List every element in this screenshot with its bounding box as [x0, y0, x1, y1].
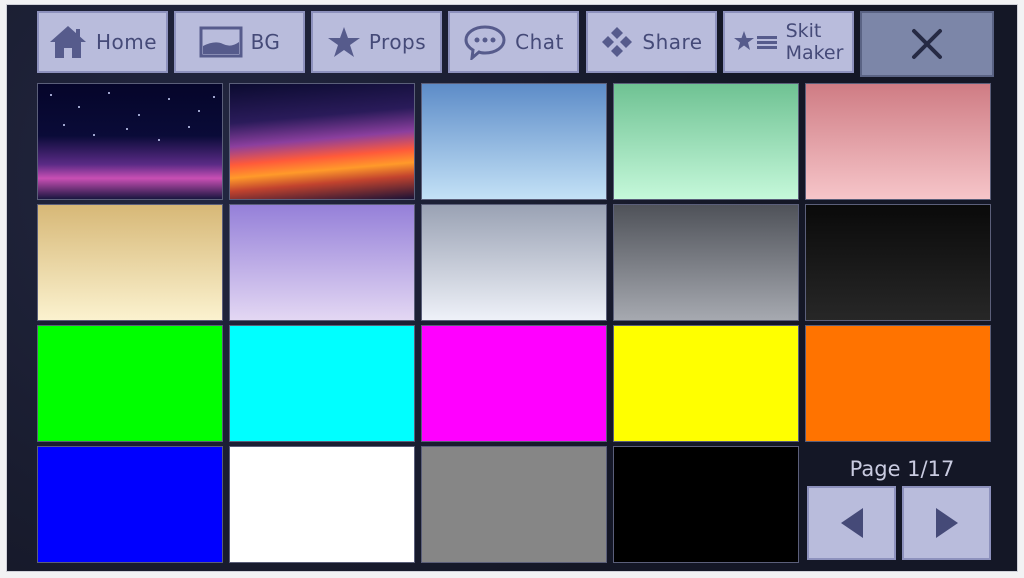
pager: Page 1/17 — [807, 449, 997, 569]
skit-maker-label-line1: Skit — [785, 20, 822, 42]
star-dot — [93, 134, 95, 136]
chevron-right-icon — [935, 508, 958, 538]
skit-maker-button[interactable]: Skit Maker — [723, 11, 854, 73]
star-dot — [158, 139, 160, 141]
skit-maker-label: Skit Maker — [786, 20, 844, 64]
background-tile-yellow[interactable] — [613, 325, 799, 442]
toolbar: Home BG Props Chat Share Skit Maker — [7, 5, 1017, 81]
skit-maker-label-line2: Maker — [785, 42, 844, 64]
background-tile-starry-night[interactable] — [37, 83, 223, 200]
background-tile-blue[interactable] — [37, 446, 223, 563]
background-tile-blue-sky[interactable] — [421, 83, 607, 200]
home-label: Home — [95, 30, 158, 54]
background-tile-steel[interactable] — [613, 204, 799, 321]
image-icon — [199, 26, 243, 58]
star-dot — [213, 96, 215, 98]
speech-bubble-icon — [464, 25, 506, 60]
chat-button[interactable]: Chat — [448, 11, 579, 73]
next-page-button[interactable] — [902, 486, 991, 560]
home-icon — [49, 26, 86, 58]
home-button[interactable]: Home — [37, 11, 168, 73]
background-tile-gray[interactable] — [421, 446, 607, 563]
star-dot — [63, 124, 65, 126]
star-dot — [168, 98, 170, 100]
share-label: Share — [642, 30, 703, 54]
background-tile-lavender[interactable] — [229, 204, 415, 321]
background-tile-green[interactable] — [37, 325, 223, 442]
star-dot — [126, 128, 128, 130]
bg-button[interactable]: BG — [174, 11, 305, 73]
props-button[interactable]: Props — [311, 11, 442, 73]
background-tile-silver[interactable] — [421, 204, 607, 321]
star-list-icon — [733, 31, 777, 50]
close-icon — [912, 29, 942, 59]
star-dot — [138, 114, 140, 116]
chat-label: Chat — [515, 30, 564, 54]
previous-page-button[interactable] — [807, 486, 896, 560]
share-button[interactable]: Share — [586, 11, 717, 73]
background-tile-black[interactable] — [613, 446, 799, 563]
background-tile-sunset-galaxy[interactable] — [229, 83, 415, 200]
star-dot — [188, 126, 190, 128]
star-dot — [198, 110, 200, 112]
props-label: Props — [368, 30, 427, 54]
page-indicator: Page 1/17 — [849, 457, 955, 481]
background-tile-night-black[interactable] — [805, 204, 991, 321]
background-tile-orange[interactable] — [805, 325, 991, 442]
chevron-left-icon — [840, 508, 863, 538]
bg-label: BG — [250, 30, 281, 54]
star-dot — [50, 94, 52, 96]
background-tile-mint[interactable] — [613, 83, 799, 200]
star-dot — [78, 106, 80, 108]
close-button[interactable] — [860, 11, 994, 77]
share-diamond-icon — [602, 27, 633, 57]
background-tile-white[interactable] — [229, 446, 415, 563]
background-tile-sand[interactable] — [37, 204, 223, 321]
app-frame: Home BG Props Chat Share Skit Maker Page… — [6, 4, 1018, 572]
background-tile-pink[interactable] — [805, 83, 991, 200]
star-dot — [108, 92, 110, 94]
background-tile-magenta[interactable] — [421, 325, 607, 442]
star-icon — [327, 27, 360, 57]
background-tile-cyan[interactable] — [229, 325, 415, 442]
